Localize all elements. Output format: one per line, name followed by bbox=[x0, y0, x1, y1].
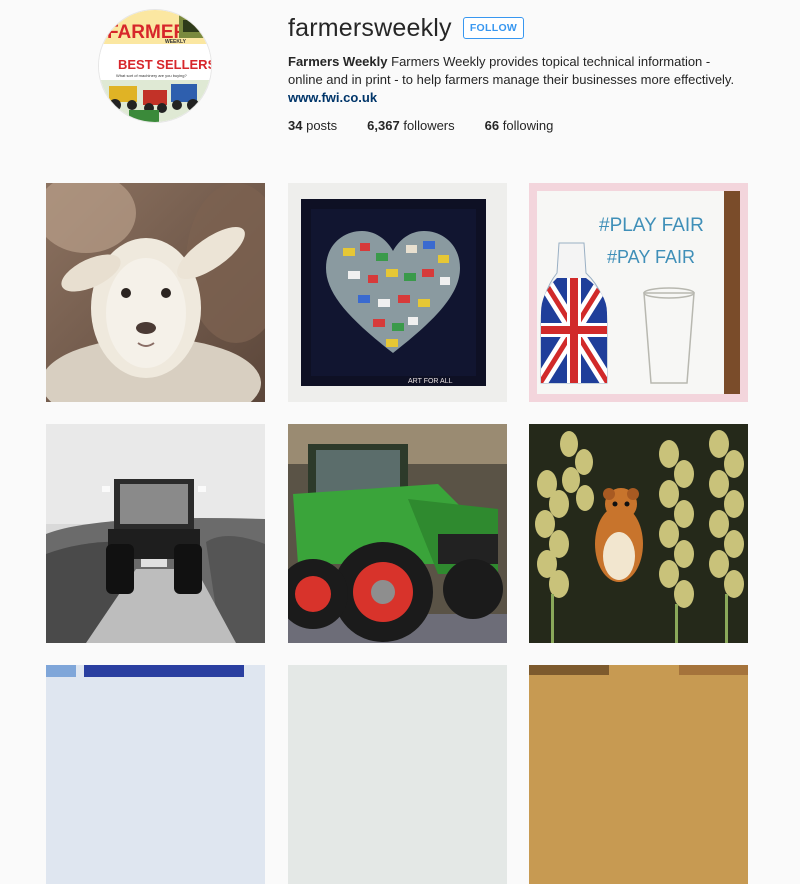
post-tile-tractor-road[interactable] bbox=[46, 424, 265, 643]
lamb-photo bbox=[46, 183, 265, 402]
posts-label: posts bbox=[306, 118, 338, 133]
post-tile-play-fair[interactable]: #PLAY FAIR #PAY FAIR bbox=[529, 183, 748, 402]
blue-poster-photo bbox=[46, 665, 265, 884]
post-tile-green-tractor[interactable] bbox=[288, 424, 507, 643]
post-tile-blue-poster[interactable] bbox=[46, 665, 265, 884]
profile-full-name: Farmers Weekly bbox=[288, 54, 388, 69]
profile-username: farmersweekly bbox=[288, 14, 452, 42]
followers-label: followers bbox=[403, 118, 455, 133]
autumn-photo bbox=[529, 665, 748, 884]
post-tile-autumn-photo[interactable] bbox=[529, 665, 748, 884]
heart-artwork-photo: ART FOR ALL bbox=[288, 183, 507, 402]
avatar-banner: BEST SELLERS bbox=[118, 57, 211, 72]
post-tile-lamb[interactable] bbox=[46, 183, 265, 402]
post-tile-harvest-mouse[interactable] bbox=[529, 424, 748, 643]
post-tile-heart-art[interactable]: ART FOR ALL bbox=[288, 183, 507, 402]
profile-bio: Farmers Weekly Farmers Weekly provides t… bbox=[288, 53, 748, 107]
following-label: following bbox=[502, 118, 554, 133]
stat-posts: 34 posts bbox=[288, 118, 337, 133]
harvest-mouse-photo bbox=[529, 424, 748, 643]
magazine-cover-icon: FARMERS WEEKLY BEST SELLERS What sort of… bbox=[99, 10, 211, 122]
play-fair-milk-photo: #PLAY FAIR #PAY FAIR bbox=[529, 183, 748, 402]
follow-button[interactable]: FOLLOW bbox=[463, 17, 524, 39]
posts-count: 34 bbox=[288, 118, 303, 133]
tractor-road-photo bbox=[46, 424, 265, 643]
followers-count: 6,367 bbox=[367, 118, 400, 133]
stat-followers[interactable]: 6,367 followers bbox=[367, 118, 454, 133]
pale-photo bbox=[288, 665, 507, 884]
avatar-tagline: What sort of machinery are you buying? bbox=[116, 73, 187, 78]
play-fair-text: #PLAY FAIR bbox=[599, 215, 704, 236]
artwork-caption: ART FOR ALL bbox=[408, 378, 453, 385]
stat-following[interactable]: 66 following bbox=[485, 118, 554, 133]
green-tractor-photo bbox=[288, 424, 507, 643]
profile-website-link[interactable]: www.fwi.co.uk bbox=[288, 89, 748, 107]
post-tile-pale-photo[interactable] bbox=[288, 665, 507, 884]
profile-stats: 34 posts 6,367 followers 66 following bbox=[288, 118, 583, 133]
pay-fair-text: #PAY FAIR bbox=[607, 247, 695, 267]
profile-avatar[interactable]: FARMERS WEEKLY BEST SELLERS What sort of… bbox=[99, 10, 211, 122]
avatar-weekly: WEEKLY bbox=[165, 39, 187, 45]
following-count: 66 bbox=[484, 118, 500, 133]
